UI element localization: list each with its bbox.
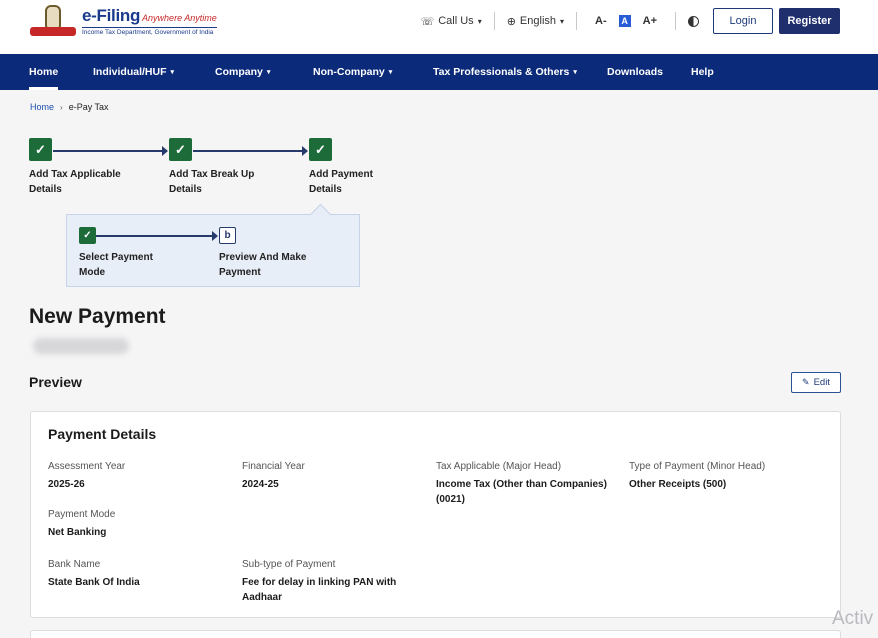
redacted-text (33, 338, 129, 354)
check-icon: ✓ (309, 138, 332, 161)
breadcrumb-home-link[interactable]: Home (30, 102, 54, 112)
nav-tax-professionals[interactable]: Tax Professionals & Others ▾ (433, 54, 577, 90)
globe-icon: ⊕ (506, 15, 516, 28)
department-name: Income Tax Department, Government of Ind… (82, 27, 217, 36)
substep-preview-payment: b Preview And Make Payment (219, 227, 319, 280)
nav-label: Downloads (607, 66, 664, 78)
field-value: 2024-25 (242, 479, 279, 490)
preview-heading: Preview (29, 374, 82, 390)
top-header: e-Filing Anywhere Anytime Income Tax Dep… (0, 0, 878, 54)
edit-button[interactable]: ✎ Edit (791, 372, 841, 393)
nav-label: Company (215, 66, 263, 78)
field-tax-applicable: Tax Applicable (Major Head) Income Tax (… (436, 460, 616, 507)
nav-home[interactable]: Home (29, 54, 59, 90)
nav-company[interactable]: Company ▾ (215, 54, 270, 90)
field-label: Financial Year (242, 461, 305, 472)
nav-label: Individual/HUF (93, 66, 167, 78)
field-value: Other Receipts (500) (629, 479, 727, 490)
contrast-toggle-icon[interactable] (688, 15, 699, 27)
card-title: Payment Details (48, 426, 157, 442)
field-value: State Bank Of India (48, 577, 140, 588)
language-select[interactable]: ⊕ English ▾ (507, 15, 564, 28)
chevron-down-icon: ▾ (388, 69, 393, 76)
call-us-menu[interactable]: ☏ Call Us ▾ (420, 15, 481, 28)
field-value: Net Banking (48, 527, 107, 538)
pencil-icon: ✎ (802, 377, 810, 387)
chevron-down-icon: ▾ (170, 69, 175, 76)
substep-panel: ✓ Select Payment Mode b Preview And Make… (66, 214, 360, 287)
nav-downloads[interactable]: Downloads (607, 54, 663, 90)
field-payment-mode: Payment Mode Net Banking (48, 508, 228, 540)
phone-icon: ☏ (420, 15, 435, 28)
divider (675, 12, 676, 30)
field-value: Income Tax (Other than Companies) (0021) (436, 479, 607, 505)
field-label: Payment Mode (48, 509, 116, 520)
substep-label: Select Payment Mode (79, 252, 153, 278)
check-icon: ✓ (29, 138, 52, 161)
field-label: Assessment Year (48, 461, 126, 472)
field-label: Tax Applicable (Major Head) (436, 461, 562, 472)
field-sub-type-payment: Sub-type of Payment Fee for delay in lin… (242, 558, 422, 605)
edit-label: Edit (813, 377, 830, 388)
field-financial-year: Financial Year 2024-25 (242, 460, 422, 492)
next-card (30, 630, 841, 638)
payment-details-card: Payment Details Assessment Year 2025-26 … (30, 411, 841, 618)
breadcrumb-current: e-Pay Tax (68, 102, 109, 112)
divider (493, 12, 495, 30)
chevron-down-icon: ▾ (266, 69, 271, 76)
nav-label: Help (691, 66, 714, 78)
field-label: Type of Payment (Minor Head) (629, 461, 766, 472)
substep-marker: b (219, 227, 236, 244)
chevron-down-icon: ▾ (477, 16, 482, 26)
field-value: 2025-26 (48, 479, 85, 490)
breadcrumb: Home › e-Pay Tax (30, 102, 109, 112)
nav-label: Non-Company (313, 66, 385, 78)
chevron-down-icon: ▾ (560, 16, 565, 26)
call-us-label: Call Us (438, 15, 474, 27)
nav-label: Home (29, 66, 59, 78)
substep-label: Preview And Make Payment (219, 252, 307, 278)
main-navigation: Home Individual/HUF ▾ Company ▾ Non-Compan… (0, 54, 878, 90)
efiling-logo[interactable]: e-Filing Anywhere Anytime Income Tax Dep… (30, 4, 217, 38)
activation-watermark: Activ (832, 608, 874, 629)
chevron-down-icon: ▾ (573, 69, 577, 76)
register-button[interactable]: Register (779, 8, 840, 34)
field-assessment-year: Assessment Year 2025-26 (48, 460, 228, 492)
nav-label: Tax Professionals & Others (433, 66, 570, 78)
font-normal-button[interactable]: A (618, 15, 631, 27)
field-bank-name: Bank Name State Bank Of India (48, 558, 228, 590)
nav-individual-huf[interactable]: Individual/HUF ▾ (93, 54, 174, 90)
font-decrease-button[interactable]: A- (595, 15, 607, 27)
nav-help[interactable]: Help (691, 54, 714, 90)
step-tax-break-up: ✓ Add Tax Break Up Details (169, 138, 264, 197)
step-label: Add Tax Applicable Details (29, 169, 121, 195)
check-icon: ✓ (169, 138, 192, 161)
field-label: Sub-type of Payment (242, 559, 336, 570)
divider (576, 12, 578, 30)
field-label: Bank Name (48, 559, 101, 570)
step-payment-details: ✓ Add Payment Details (309, 138, 389, 197)
header-tools: ☏ Call Us ▾ ⊕ English ▾ A- A A+ Login Re… (420, 8, 840, 34)
step-label: Add Tax Break Up Details (169, 169, 255, 195)
field-value: Fee for delay in linking PAN with Aadhaa… (242, 577, 397, 603)
login-button[interactable]: Login (713, 8, 773, 34)
field-type-of-payment: Type of Payment (Minor Head) Other Recei… (629, 460, 809, 492)
brand-name: e-Filing (82, 6, 141, 25)
step-label: Add Payment Details (309, 169, 373, 195)
substep-select-payment-mode: ✓ Select Payment Mode (79, 227, 169, 280)
step-tax-applicable: ✓ Add Tax Applicable Details (29, 138, 149, 197)
nav-non-company[interactable]: Non-Company ▾ (313, 54, 392, 90)
page-title: New Payment (29, 305, 166, 328)
check-icon: ✓ (79, 227, 96, 244)
national-emblem-icon (30, 4, 76, 38)
language-label: English (519, 15, 556, 27)
chevron-right-icon: › (60, 102, 63, 112)
brand-tagline: Anywhere Anytime (142, 13, 217, 23)
font-increase-button[interactable]: A+ (643, 15, 657, 27)
